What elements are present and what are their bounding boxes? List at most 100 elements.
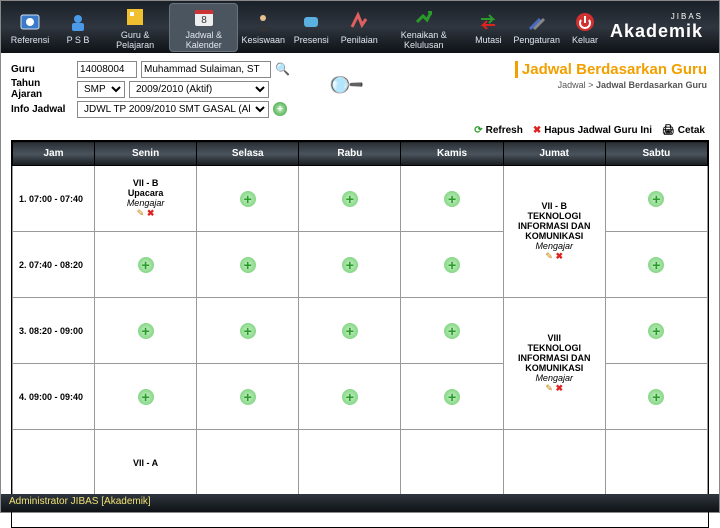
nav-psb[interactable]: P S B — [55, 8, 101, 47]
filter-panel: Guru 🔍 Tahun Ajaran SMP 2009/2010 (Aktif… — [1, 53, 719, 123]
col-header: Rabu — [299, 142, 401, 166]
delete-schedule-button[interactable]: ✖Hapus Jadwal Guru Ini — [533, 125, 652, 136]
schedule-cell: + — [299, 364, 401, 430]
schedule-cell: + — [605, 166, 707, 232]
delete-icon[interactable]: ✖ — [555, 251, 563, 261]
schedule-cell: + — [95, 298, 197, 364]
add-icon[interactable]: + — [444, 389, 460, 405]
add-icon[interactable]: + — [138, 323, 154, 339]
schedule-cell: + — [95, 232, 197, 298]
nav-presensi[interactable]: Presensi — [288, 8, 334, 47]
schedule-cell: + — [605, 364, 707, 430]
nav-jadwal-kalender[interactable]: 8Jadwal & Kalender — [169, 3, 238, 52]
add-icon[interactable]: + — [138, 257, 154, 273]
add-icon[interactable]: + — [444, 191, 460, 207]
page-title: Jadwal Berdasarkan Guru — [515, 61, 707, 78]
input-guru-id[interactable] — [77, 61, 137, 78]
schedule-cell: + — [605, 232, 707, 298]
schedule-cell: + — [197, 298, 299, 364]
edit-icon[interactable]: ✎ — [545, 383, 553, 393]
col-header: Kamis — [401, 142, 503, 166]
col-header: Jumat — [503, 142, 605, 166]
schedule-cell — [299, 430, 401, 496]
schedule-cell: + — [401, 364, 503, 430]
add-icon[interactable]: + — [342, 257, 358, 273]
schedule-cell: + — [197, 232, 299, 298]
select-year[interactable]: 2009/2010 (Aktif) — [129, 81, 269, 98]
time-cell — [13, 430, 95, 496]
schedule-cell: VIIITEKNOLOGI INFORMASI DAN KOMUNIKASIMe… — [503, 298, 605, 430]
col-header: Selasa — [197, 142, 299, 166]
select-level[interactable]: SMP — [77, 81, 125, 98]
label-info: Info Jadwal — [11, 104, 73, 115]
delete-icon[interactable]: ✖ — [555, 383, 563, 393]
add-icon[interactable]: + — [240, 323, 256, 339]
schedule-cell: + — [401, 298, 503, 364]
select-info-jadwal[interactable]: JDWL TP 2009/2010 SMT GASAL (Aktif) — [77, 101, 269, 118]
schedule-cell: VII - A — [95, 430, 197, 496]
col-header: Senin — [95, 142, 197, 166]
schedule-cell: VII - BTEKNOLOGI INFORMASI DAN KOMUNIKAS… — [503, 166, 605, 298]
table-row: VII - A — [13, 430, 708, 496]
input-guru-name[interactable] — [141, 61, 271, 78]
brand-logo: JIBAS Akademik — [610, 12, 713, 42]
schedule-cell — [503, 430, 605, 496]
schedule-cell: + — [401, 232, 503, 298]
table-row: 1. 07:00 - 07:40VII - BUpacaraMengajar✎ … — [13, 166, 708, 232]
nav-guru-pelajaran[interactable]: Guru & Pelajaran — [103, 3, 167, 52]
schedule-cell: + — [197, 166, 299, 232]
add-icon[interactable]: + — [342, 389, 358, 405]
schedule-cell — [605, 430, 707, 496]
schedule-cell: + — [401, 166, 503, 232]
schedule-cell: VII - BUpacaraMengajar✎ ✖ — [95, 166, 197, 232]
add-icon[interactable]: + — [444, 323, 460, 339]
schedule-cell: + — [299, 232, 401, 298]
nav-referensi[interactable]: Referensi — [7, 8, 53, 47]
top-nav: Referensi P S B Guru & Pelajaran 8Jadwal… — [1, 1, 719, 53]
schedule-cell: + — [605, 298, 707, 364]
add-icon[interactable]: + — [240, 257, 256, 273]
table-row: 3. 08:20 - 09:00++++VIIITEKNOLOGI INFORM… — [13, 298, 708, 364]
time-cell: 2. 07:40 - 08:20 — [13, 232, 95, 298]
add-icon[interactable]: + — [648, 389, 664, 405]
add-icon[interactable]: + — [240, 191, 256, 207]
search-guru-icon[interactable]: 🔍 — [275, 62, 290, 76]
add-icon[interactable]: + — [240, 389, 256, 405]
refresh-button[interactable]: ⟳Refresh — [474, 125, 523, 136]
delete-icon[interactable]: ✖ — [147, 208, 155, 218]
schedule-grid: JamSeninSelasaRabuKamisJumatSabtu 1. 07:… — [11, 140, 709, 528]
add-icon[interactable]: + — [342, 323, 358, 339]
add-icon[interactable]: + — [342, 191, 358, 207]
edit-icon[interactable]: ✎ — [137, 208, 145, 218]
print-button[interactable]: 🖨Cetak — [662, 125, 705, 136]
col-header: Sabtu — [605, 142, 707, 166]
col-header: Jam — [13, 142, 95, 166]
schedule-cell: + — [197, 364, 299, 430]
add-icon[interactable]: + — [138, 389, 154, 405]
edit-icon[interactable]: ✎ — [545, 251, 553, 261]
time-cell: 4. 09:00 - 09:40 — [13, 364, 95, 430]
add-icon[interactable]: + — [648, 191, 664, 207]
add-icon[interactable]: + — [444, 257, 460, 273]
schedule-cell: + — [299, 298, 401, 364]
schedule-cell — [197, 430, 299, 496]
schedule-cell: + — [95, 364, 197, 430]
add-info-icon[interactable]: + — [273, 102, 287, 116]
nav-penilaian[interactable]: Penilaian — [336, 8, 382, 47]
schedule-cell — [401, 430, 503, 496]
add-icon[interactable]: + — [648, 323, 664, 339]
time-cell: 3. 08:20 - 09:00 — [13, 298, 95, 364]
action-bar: ⟳Refresh ✖Hapus Jadwal Guru Ini 🖨Cetak — [1, 123, 719, 140]
svg-text:8: 8 — [201, 15, 207, 26]
schedule-cell: + — [299, 166, 401, 232]
add-icon[interactable]: + — [648, 257, 664, 273]
nav-kenaikan-kelulusan[interactable]: Kenaikan & Kelulusan — [384, 3, 463, 52]
nav-mutasi[interactable]: Mutasi — [465, 8, 511, 47]
nav-kesiswaan[interactable]: Kesiswaan — [240, 8, 286, 47]
nav-pengaturan[interactable]: Pengaturan — [513, 8, 560, 47]
label-guru: Guru — [11, 64, 73, 75]
nav-keluar[interactable]: Keluar — [562, 8, 608, 47]
time-cell: 1. 07:00 - 07:40 — [13, 166, 95, 232]
refresh-icon: ⟳ — [474, 125, 482, 136]
print-icon: 🖨 — [662, 125, 675, 136]
